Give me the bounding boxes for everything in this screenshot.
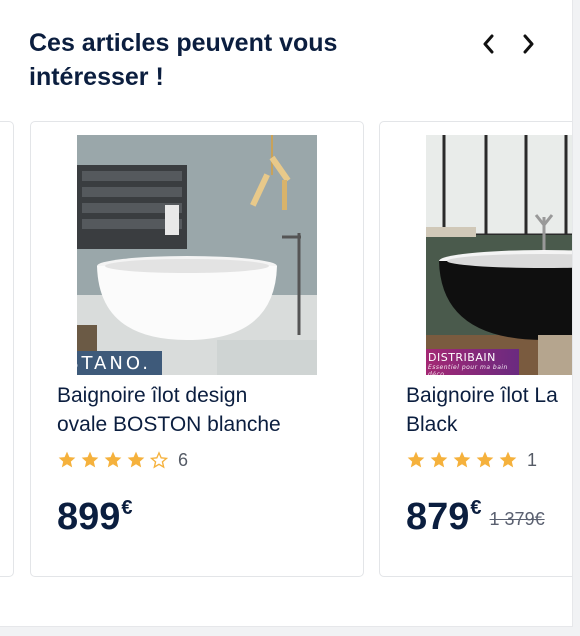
star-full-icon [499,451,517,468]
product-name[interactable]: Baignoire îlot design ovale BOSTON blanc… [57,381,357,439]
product-name[interactable]: Baignoire îlot La Black [406,381,572,439]
review-count: 6 [178,449,189,470]
chevron-right-icon [523,34,534,54]
review-count: 1 [527,449,538,470]
star-full-icon [407,451,425,468]
bathtub-photo [426,135,572,375]
star-full-icon [104,451,122,468]
price-value: 899 [57,496,121,538]
bathtub-photo [77,135,317,375]
star-empty-icon [149,451,169,469]
rating: 6 [57,449,188,471]
star-full-icon [81,451,99,468]
product-name-line: Baignoire îlot La [406,384,558,407]
product-card[interactable]: DISTRIBAIN Essentiel pour ma bain déco B… [379,121,572,577]
star-full-icon [476,451,494,468]
brand-name: DISTRIBAIN [428,351,496,364]
carousel-prev-button[interactable] [475,30,503,58]
star-full-icon [453,451,471,468]
recommendations-widget: Ces articles peuvent vous intéresser ! T… [0,0,573,627]
old-price: 1 379€ [489,509,545,529]
product-price: 879 € 1 379€ [406,495,545,539]
carousel-next-button[interactable] [514,30,542,58]
product-price: 899 € [57,495,133,539]
star-full-icon [58,451,76,468]
brand-logo: DISTRIBAIN Essentiel pour ma bain déco [426,349,519,375]
product-name-line: ovale BOSTON blanche [57,413,281,436]
rating: 1 [406,449,537,471]
brand-tagline: Essentiel pour ma bain déco [428,364,508,375]
chevron-left-icon [483,34,494,54]
price-currency: € [470,497,482,519]
product-image[interactable]: STANO. [77,135,317,375]
star-full-icon [430,451,448,468]
star-full-icon [127,451,145,468]
product-image[interactable]: DISTRIBAIN Essentiel pour ma bain déco [426,135,572,375]
price-currency: € [121,497,133,519]
price-value: 879 [406,496,470,538]
section-title: Ces articles peuvent vous intéresser ! [29,29,338,91]
product-card-partial[interactable] [0,121,14,577]
product-name-line: Black [406,413,458,436]
product-card[interactable]: STANO. Baignoire îlot design ovale BOSTO… [30,121,364,577]
brand-logo: STANO. [77,351,162,375]
product-name-line: Baignoire îlot design [57,384,248,407]
